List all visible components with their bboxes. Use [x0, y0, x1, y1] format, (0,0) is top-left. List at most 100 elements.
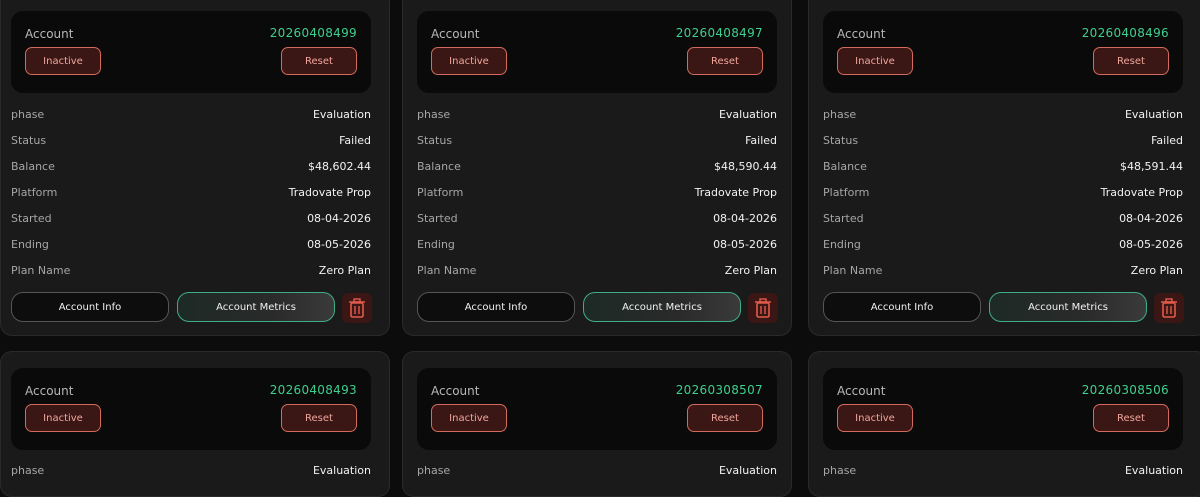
reset-button[interactable]: Reset [687, 404, 763, 432]
platform-label: Platform [417, 186, 464, 199]
status-value: Failed [339, 134, 371, 147]
started-value: 08-04-2026 [307, 212, 371, 225]
phase-value: Evaluation [1124, 108, 1183, 121]
reset-button[interactable]: Reset [281, 47, 357, 75]
trash-icon [1161, 298, 1177, 318]
started-row: Started 08-04-2026 [11, 212, 371, 230]
account-card: Account 20260408496 Inactive Reset phase… [808, 0, 1200, 336]
phase-row: phase Evaluation [417, 108, 777, 126]
plan-name-value: Zero Plan [724, 264, 777, 277]
plan-name-row: Plan Name Zero Plan [823, 264, 1183, 282]
reset-button[interactable]: Reset [281, 404, 357, 432]
platform-value: Tradovate Prop [288, 186, 371, 199]
plan-name-label: Plan Name [11, 264, 71, 277]
ending-value: 08-05-2026 [307, 238, 371, 251]
status-value: Failed [745, 134, 777, 147]
delete-button[interactable] [748, 293, 778, 323]
account-label: Account [837, 27, 886, 41]
inactive-badge[interactable]: Inactive [431, 47, 507, 75]
started-value: 08-04-2026 [713, 212, 777, 225]
phase-value: Evaluation [718, 108, 777, 121]
account-header: Account 20260408496 Inactive Reset [823, 11, 1183, 93]
phase-label: phase [823, 108, 857, 121]
phase-label: phase [823, 464, 857, 477]
status-label: Status [417, 134, 453, 147]
phase-label: phase [11, 464, 45, 477]
inactive-badge[interactable]: Inactive [431, 404, 507, 432]
phase-label: phase [11, 108, 45, 121]
inactive-badge[interactable]: Inactive [837, 47, 913, 75]
status-row: Status Failed [11, 134, 371, 152]
account-card: Account 20260408493 Inactive Reset phase… [0, 351, 390, 497]
account-info-button[interactable]: Account Info [11, 292, 169, 322]
status-label: Status [11, 134, 47, 147]
account-header: Account 20260408497 Inactive Reset [417, 11, 777, 93]
balance-value: $48,602.44 [308, 160, 371, 173]
account-label: Account [25, 27, 74, 41]
reset-button[interactable]: Reset [1093, 47, 1169, 75]
platform-value: Tradovate Prop [1100, 186, 1183, 199]
status-row: Status Failed [823, 134, 1183, 152]
ending-value: 08-05-2026 [1119, 238, 1183, 251]
account-number[interactable]: 20260408496 [1082, 26, 1169, 40]
plan-name-label: Plan Name [417, 264, 477, 277]
inactive-badge[interactable]: Inactive [25, 47, 101, 75]
plan-name-value: Zero Plan [318, 264, 371, 277]
account-label: Account [25, 384, 74, 398]
account-header: Account 20260408499 Inactive Reset [11, 11, 371, 93]
account-metrics-button[interactable]: Account Metrics [989, 292, 1147, 322]
balance-label: Balance [417, 160, 461, 173]
phase-value: Evaluation [718, 464, 777, 477]
trash-icon [755, 298, 771, 318]
account-label: Account [431, 27, 480, 41]
platform-label: Platform [11, 186, 58, 199]
ending-label: Ending [417, 238, 455, 251]
inactive-badge[interactable]: Inactive [837, 404, 913, 432]
phase-label: phase [417, 108, 451, 121]
account-number[interactable]: 20260308507 [676, 383, 763, 397]
account-header: Account 20260408493 Inactive Reset [11, 368, 371, 450]
account-header: Account 20260308507 Inactive Reset [417, 368, 777, 450]
started-label: Started [823, 212, 864, 225]
accounts-grid: Account 20260408499 Inactive Reset phase… [0, 0, 1200, 497]
account-number[interactable]: 20260308506 [1082, 383, 1169, 397]
account-number[interactable]: 20260408499 [270, 26, 357, 40]
account-metrics-button[interactable]: Account Metrics [177, 292, 335, 322]
account-card: Account 20260408499 Inactive Reset phase… [0, 0, 390, 336]
reset-button[interactable]: Reset [1093, 404, 1169, 432]
account-metrics-button[interactable]: Account Metrics [583, 292, 741, 322]
platform-value: Tradovate Prop [694, 186, 777, 199]
ending-value: 08-05-2026 [713, 238, 777, 251]
inactive-badge[interactable]: Inactive [25, 404, 101, 432]
status-row: Status Failed [417, 134, 777, 152]
account-info-button[interactable]: Account Info [823, 292, 981, 322]
started-row: Started 08-04-2026 [417, 212, 777, 230]
delete-button[interactable] [342, 293, 372, 323]
phase-row: phase Evaluation [823, 464, 1183, 482]
platform-label: Platform [823, 186, 870, 199]
trash-icon [349, 298, 365, 318]
plan-name-row: Plan Name Zero Plan [11, 264, 371, 282]
phase-value: Evaluation [312, 108, 371, 121]
status-label: Status [823, 134, 859, 147]
balance-value: $48,590.44 [714, 160, 777, 173]
started-value: 08-04-2026 [1119, 212, 1183, 225]
platform-row: Platform Tradovate Prop [823, 186, 1183, 204]
started-label: Started [417, 212, 458, 225]
balance-row: Balance $48,591.44 [823, 160, 1183, 178]
started-row: Started 08-04-2026 [823, 212, 1183, 230]
reset-button[interactable]: Reset [687, 47, 763, 75]
account-card: Account 20260308507 Inactive Reset phase… [402, 351, 792, 497]
account-number[interactable]: 20260408497 [676, 26, 763, 40]
balance-row: Balance $48,602.44 [11, 160, 371, 178]
phase-row: phase Evaluation [417, 464, 777, 482]
ending-row: Ending 08-05-2026 [823, 238, 1183, 256]
account-card: Account 20260408497 Inactive Reset phase… [402, 0, 792, 336]
phase-row: phase Evaluation [823, 108, 1183, 126]
platform-row: Platform Tradovate Prop [11, 186, 371, 204]
phase-value: Evaluation [312, 464, 371, 477]
delete-button[interactable] [1154, 293, 1184, 323]
account-number[interactable]: 20260408493 [270, 383, 357, 397]
account-info-button[interactable]: Account Info [417, 292, 575, 322]
phase-value: Evaluation [1124, 464, 1183, 477]
